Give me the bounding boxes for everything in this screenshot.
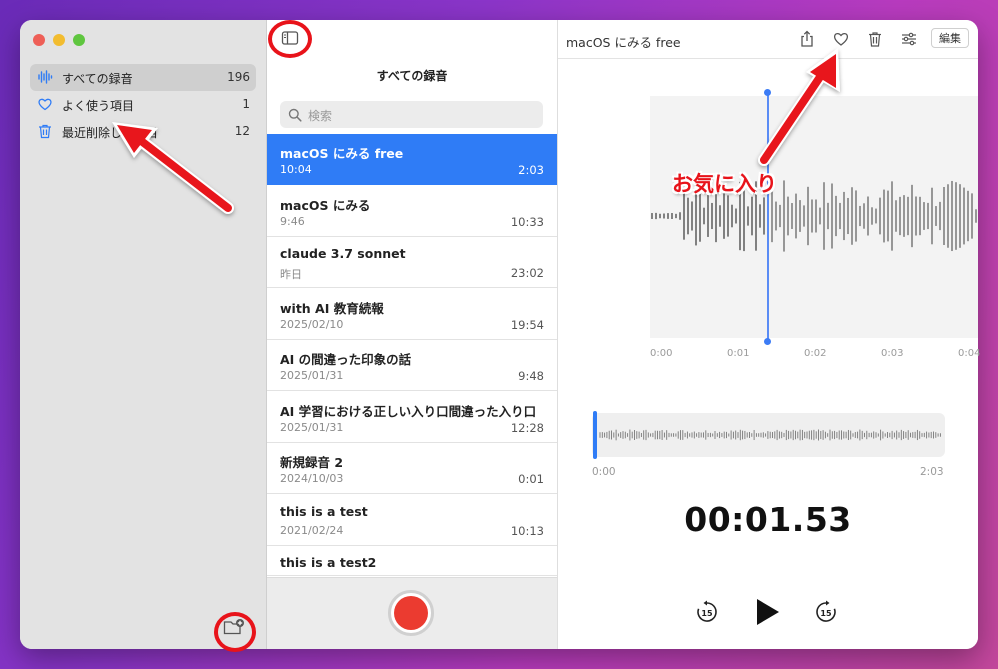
annotation-favorites-label: お気に入り bbox=[672, 172, 777, 196]
arrow-to-favorite-heart bbox=[758, 48, 840, 166]
annotation-arrows bbox=[112, 48, 840, 214]
arrow-to-favorites-sidebar bbox=[112, 122, 234, 214]
